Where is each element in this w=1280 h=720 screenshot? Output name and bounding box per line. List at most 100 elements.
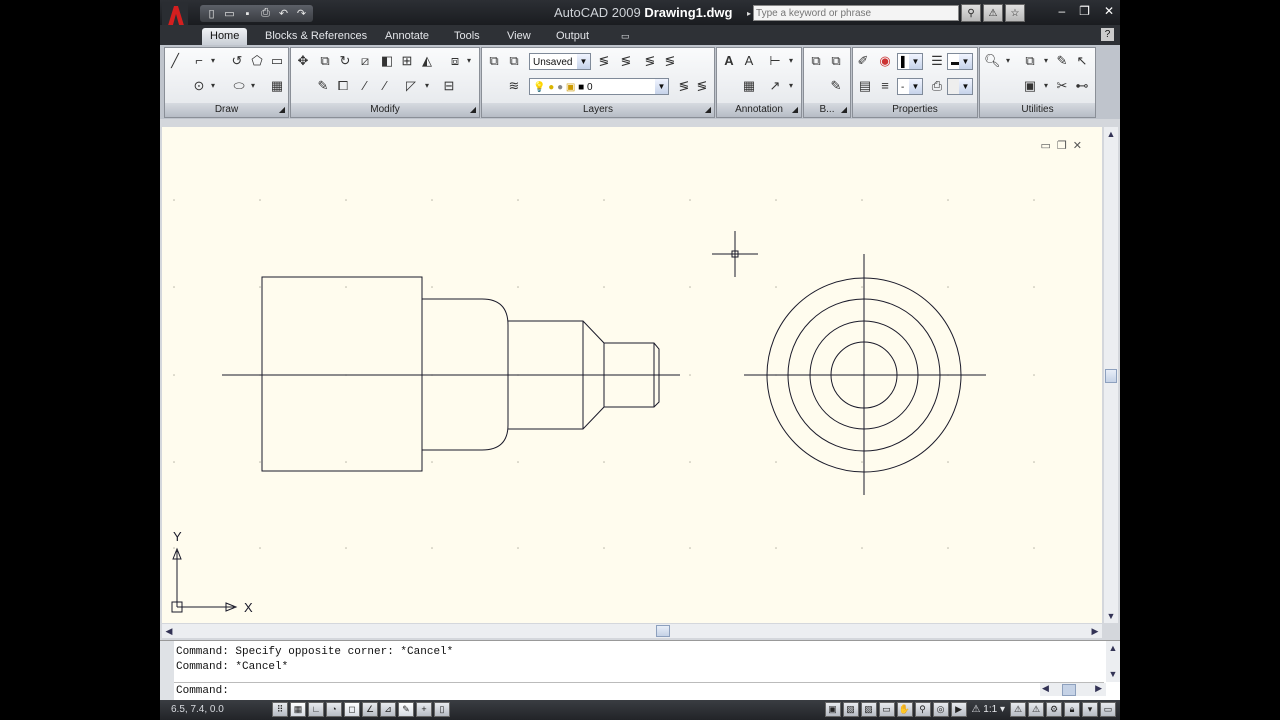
search-input[interactable] [753,5,960,21]
dropdown-icon[interactable]: ▾ [1000,53,1016,69]
workspace-switching-icon[interactable]: ⚙ [1046,702,1062,717]
dropdown-icon[interactable]: ▾ [1038,53,1054,69]
dropdown-icon[interactable]: ▾ [205,53,221,69]
scroll-right-icon[interactable]: ▶ [1088,624,1102,638]
chevron-down-icon[interactable]: ▼ [959,54,972,69]
ortho-mode-icon[interactable]: ∟ [308,702,324,717]
scroll-thumb[interactable] [1062,684,1076,696]
expand-arrow-icon[interactable]: ▸ [747,9,751,18]
select-similar-icon[interactable]: ↖ [1074,53,1090,69]
pan-icon[interactable]: ✋ [896,702,913,717]
dropdown-icon[interactable]: ▾ [419,78,435,94]
insert-block-icon[interactable]: ⧉ [808,53,824,69]
cut-icon[interactable]: ✂ [1054,78,1070,94]
save-icon[interactable]: ▪ [240,7,255,20]
color-wheel-icon[interactable]: ◉ [877,53,893,69]
plot-style-icon[interactable]: ⎙ [929,78,945,94]
close-icon[interactable]: ✕ [1104,4,1114,18]
zoom-icon[interactable]: ⚲ [914,702,931,717]
rectangle-icon[interactable]: ▭ [269,53,285,69]
chevron-down-icon[interactable]: ▼ [959,79,972,94]
layout-icon[interactable]: ▧ [842,702,859,717]
dropdown-icon[interactable]: ▾ [461,53,477,69]
dynamic-input-icon[interactable]: ✎ [398,702,414,717]
model-space-canvas[interactable]: Y X ▭ ❐ ✕ [162,127,1102,623]
scroll-right-icon[interactable]: ▶ [1095,683,1102,694]
command-prompt[interactable]: Command: [176,685,229,697]
leader-icon[interactable]: ↗ [767,78,783,94]
command-window-grip[interactable] [160,641,174,701]
dropdown-icon[interactable]: ▾ [245,78,261,94]
measure-icon[interactable]: ⊷ [1074,78,1090,94]
lineweight-icon[interactable]: ☰ [929,53,945,69]
shaft-body-rect[interactable] [261,276,423,472]
annotation-scale[interactable]: ⚠ 1:1 ▾ [969,704,1008,715]
array-icon[interactable]: ⊞ [399,53,415,69]
layer-dropdown[interactable]: 💡 ● ● ▣ ■ 0 ▼ [529,78,669,95]
panel-title-annotation[interactable]: Annotation ◢ [717,103,801,117]
explode-icon[interactable]: ⧠ [335,78,351,94]
multiline-text-icon[interactable]: A [721,53,737,69]
auto-scale-icon[interactable]: ⚠ [1028,702,1044,717]
chevron-down-icon[interactable]: ▼ [909,54,922,69]
layer-freeze-icon[interactable]: ≶ [662,53,678,69]
tab-tools[interactable]: Tools [454,28,480,45]
coordinate-display[interactable]: 6.5, 7.4, 0.0 [171,704,224,715]
command-horizontal-scrollbar[interactable]: ◀ ▶ [1040,683,1106,696]
lineweight-dropdown[interactable]: ▬ ▼ [947,53,973,70]
scroll-up-icon[interactable]: ▲ [1106,641,1120,655]
scroll-left-icon[interactable]: ◀ [1042,683,1049,694]
annotation-visibility-icon[interactable]: ⚠ [1010,702,1026,717]
tab-view[interactable]: View [507,28,531,45]
undo-icon[interactable]: ↶ [276,7,291,20]
new-icon[interactable]: ▯ [204,7,219,20]
paste-icon[interactable]: ▣ [1022,78,1038,94]
extend-icon[interactable]: ⁄ [377,78,393,94]
model-space-icon[interactable]: ▣ [824,702,841,717]
dropdown-icon[interactable]: ▾ [1038,78,1054,94]
search-icon[interactable]: ⚲ [961,4,982,22]
edit-block-icon[interactable]: ✎ [828,78,844,94]
tab-annotate[interactable]: Annotate [385,28,429,45]
panel-title-layers[interactable]: Layers ◢ [482,103,714,117]
layer-isolate-icon[interactable]: ≶ [618,53,634,69]
copy-icon[interactable]: ⧉ [317,53,333,69]
help-icon[interactable]: ? [1101,28,1114,41]
dropdown-icon[interactable]: ▾ [783,53,799,69]
quick-view-layouts-icon[interactable]: ▭ [878,702,895,717]
open-icon[interactable]: ▭ [222,7,237,20]
expand-panel-icon[interactable]: ◢ [705,103,711,117]
linetype-dropdown[interactable]: - ▼ [897,78,923,95]
panel-title-modify[interactable]: Modify ◢ [291,103,479,117]
color-dropdown[interactable]: ▌ ▼ [897,53,923,70]
scale-icon[interactable]: ◭ [419,53,435,69]
layout-2-icon[interactable]: ▧ [860,702,877,717]
minimize-icon[interactable]: ▭ [1041,139,1051,152]
clean-screen-icon[interactable]: ▭ [1100,702,1116,717]
shaft-side-view[interactable] [261,276,660,472]
minimize-ribbon-icon[interactable]: ▭ [621,28,630,45]
rotate-icon[interactable]: ↺ [229,53,245,69]
move-icon[interactable]: ✥ [295,53,311,69]
communication-center-icon[interactable]: ⚠ [983,4,1004,22]
polygon-icon[interactable]: ⬠ [249,53,265,69]
rotate-icon[interactable]: ↻ [337,53,353,69]
panel-title-draw[interactable]: Draw ◢ [165,103,288,117]
erase-icon[interactable]: ✎ [315,78,331,94]
favorites-icon[interactable]: ☆ [1005,4,1026,22]
quick-select-icon[interactable]: ✎ [1054,53,1070,69]
scroll-down-icon[interactable]: ▼ [1104,609,1118,623]
object-snap-icon[interactable]: ◻ [344,702,360,717]
table-icon[interactable]: ▦ [741,78,757,94]
line-icon[interactable]: ╱ [167,53,183,69]
layer-properties-icon[interactable]: ⧉ [486,53,502,69]
close-icon[interactable]: ✕ [1073,139,1082,152]
layer-off-icon[interactable]: ≶ [642,53,658,69]
scroll-left-icon[interactable]: ◀ [162,624,176,638]
snap-mode-icon[interactable]: ⠿ [272,702,288,717]
vertical-scrollbar[interactable]: ▲ ▼ [1104,127,1118,623]
grid-display-icon[interactable]: ▦ [290,702,306,717]
lock-icon[interactable]: 🔒︎ [1064,702,1080,717]
scroll-up-icon[interactable]: ▲ [1104,127,1118,141]
panel-title-blocks[interactable]: B... ◢ [804,103,850,117]
